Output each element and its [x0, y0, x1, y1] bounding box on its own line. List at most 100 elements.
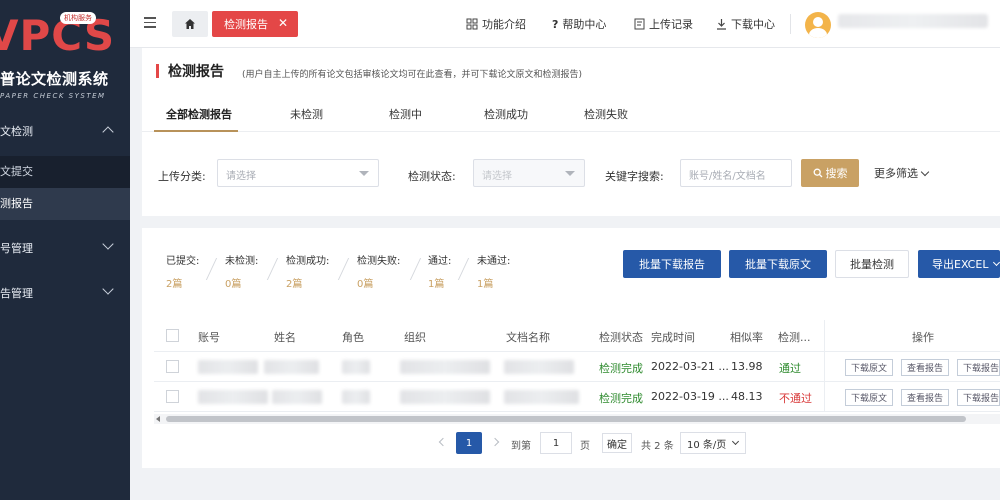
stat-divider — [398, 258, 422, 280]
prev-page-icon[interactable] — [438, 437, 448, 447]
download-original-button[interactable]: 下载原文 — [845, 359, 893, 376]
keyword-input[interactable]: 账号/姓名/文档名 — [680, 159, 792, 187]
grid-icon — [466, 18, 478, 30]
sidebar-group-account[interactable]: 号管理 — [0, 228, 130, 268]
check-result: 通过 — [779, 362, 801, 375]
page-title: 检测报告 — [168, 64, 224, 80]
stat-unchecked: 未检测: 0篇 — [225, 256, 259, 290]
check-status: 检测完成 — [599, 362, 643, 375]
stat-passed: 通过: 1篇 — [428, 256, 452, 290]
batch-download-original-button[interactable]: 批量下载原文 — [729, 250, 827, 278]
next-page-icon[interactable] — [490, 437, 500, 447]
chevron-down-icon — [920, 167, 930, 177]
tab-unchecked[interactable]: 未检测 — [290, 106, 323, 122]
avatar[interactable] — [805, 12, 831, 38]
sidebar-item-submit[interactable]: 文提交 — [0, 156, 130, 188]
logo: VPCS 机构服务 普论文检测系统 PAPER CHECK SYSTEM — [0, 12, 130, 100]
similarity: 13.98 — [731, 360, 763, 373]
more-filter-toggle[interactable]: 更多筛选 — [874, 165, 930, 181]
document-icon — [634, 18, 645, 30]
menu-toggle-icon[interactable] — [144, 17, 156, 29]
chevron-up-icon — [102, 126, 114, 138]
table-row: 检测完成 2022-03-21 ... 13.98 通过 下载原文 查看报告 下… — [154, 352, 1000, 382]
scroll-thumb[interactable] — [166, 416, 966, 422]
sidebar: VPCS 机构服务 普论文检测系统 PAPER CHECK SYSTEM 文检测… — [0, 0, 130, 500]
table-header: 账号 姓名 角色 组织 文档名称 检测状态 完成时间 相似率 检测... 操作 — [154, 320, 1000, 352]
redacted-doc — [504, 390, 579, 404]
redacted-name — [264, 360, 319, 374]
report-card: 已提交: 2篇 未检测: 0篇 检测成功: 2篇 检测失败: 0篇 通过: 1篇 未通过:… — [142, 228, 1000, 468]
row-checkbox[interactable] — [166, 360, 179, 373]
sidebar-submenu: 文提交 测报告 — [0, 156, 130, 220]
caret-down-icon — [565, 171, 575, 176]
sidebar-group-label: 文检测 — [0, 125, 33, 138]
page-subtitle: (用户自主上传的所有论文包括审核论文均可在此查看，并可下载论文原文和检测报告) — [242, 70, 583, 80]
finish-time: 2022-03-19 ... — [651, 390, 729, 403]
redacted-org — [400, 360, 490, 374]
topbar: 检测报告 ✕ 功能介绍 ? 帮助中心 上传记录 下载中心 — [130, 0, 1000, 48]
export-excel-button[interactable]: 导出EXCEL — [918, 250, 1000, 278]
tab-success[interactable]: 检测成功 — [484, 106, 528, 122]
category-label: 上传分类: — [158, 170, 206, 183]
tab-failed[interactable]: 检测失败 — [584, 106, 628, 122]
stat-success: 检测成功: 2篇 — [286, 256, 330, 290]
total-count: 共 2 条 — [641, 441, 674, 452]
goto-confirm-button[interactable]: 确定 — [602, 433, 632, 453]
download-center-link[interactable]: 下载中心 — [716, 16, 775, 32]
row-checkbox[interactable] — [166, 390, 179, 403]
feature-intro-link[interactable]: 功能介绍 — [466, 16, 526, 32]
tab-checking[interactable]: 检测中 — [389, 106, 422, 122]
th-account: 账号 — [198, 331, 220, 344]
search-button[interactable]: 搜索 — [801, 159, 859, 187]
goto-page-input[interactable]: 1 — [540, 432, 572, 454]
redacted-name — [272, 390, 322, 404]
sidebar-item-report[interactable]: 测报告 — [0, 188, 130, 220]
view-report-button[interactable]: 查看报告 — [901, 359, 949, 376]
download-report-button[interactable]: 下载报告 — [957, 389, 1000, 406]
username-redacted[interactable] — [838, 14, 988, 28]
home-tab[interactable] — [172, 11, 208, 37]
th-role: 角色 — [342, 331, 364, 344]
active-page-tab[interactable]: 检测报告 ✕ — [212, 11, 298, 37]
help-center-link[interactable]: ? 帮助中心 — [552, 16, 606, 32]
status-tabs: 全部检测报告 未检测 检测中 检测成功 检测失败 — [142, 94, 1000, 132]
check-result: 不通过 — [779, 392, 812, 405]
redacted-role — [342, 360, 370, 374]
th-operations: 操作 — [912, 331, 934, 344]
stat-submitted: 已提交: 2篇 — [166, 256, 200, 290]
page-1-button[interactable]: 1 — [456, 432, 482, 454]
logo-badge: 机构服务 — [60, 12, 96, 24]
upload-records-link[interactable]: 上传记录 — [634, 16, 693, 32]
batch-check-button[interactable]: 批量检测 — [835, 250, 909, 278]
horizontal-scrollbar[interactable] — [154, 414, 1000, 424]
category-select[interactable]: 请选择 — [217, 159, 379, 187]
home-icon — [185, 19, 195, 29]
view-report-button[interactable]: 查看报告 — [901, 389, 949, 406]
logo-en: PAPER CHECK SYSTEM — [0, 92, 106, 100]
th-org: 组织 — [404, 331, 426, 344]
scroll-left-icon[interactable] — [156, 416, 160, 422]
page-size-select[interactable]: 10 条/页 — [680, 432, 746, 454]
close-icon[interactable]: ✕ — [278, 16, 288, 30]
redacted-role — [342, 390, 370, 404]
similarity: 48.13 — [731, 390, 763, 403]
tab-all[interactable]: 全部检测报告 — [166, 106, 232, 122]
th-check-result: 检测... — [778, 331, 811, 344]
chevron-down-icon — [731, 437, 740, 446]
th-doc-name: 文档名称 — [506, 331, 550, 344]
keyword-label: 关键字搜索: — [605, 170, 664, 183]
caret-down-icon — [359, 171, 369, 176]
sidebar-group-paper-check[interactable]: 文检测 — [0, 111, 130, 151]
batch-download-report-button[interactable]: 批量下载报告 — [623, 250, 721, 278]
status-select[interactable]: 请选择 — [473, 159, 585, 187]
download-report-button[interactable]: 下载报告 — [957, 359, 1000, 376]
goto-label: 到第 — [511, 441, 531, 452]
sidebar-group-report[interactable]: 告管理 — [0, 273, 130, 313]
redacted-org — [400, 390, 490, 404]
sidebar-group-label: 告管理 — [0, 287, 33, 300]
stat-divider — [255, 258, 279, 280]
th-similarity: 相似率 — [730, 331, 763, 344]
select-all-checkbox[interactable] — [166, 329, 179, 342]
table-row: 检测完成 2022-03-19 ... 48.13 不通过 下载原文 查看报告 … — [154, 382, 1000, 412]
download-original-button[interactable]: 下载原文 — [845, 389, 893, 406]
